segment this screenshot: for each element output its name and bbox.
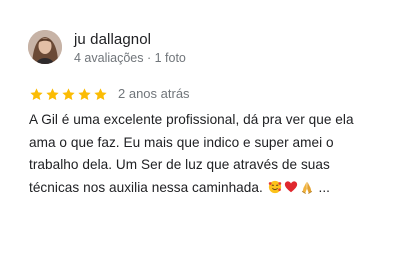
- review-text-line-2: ama o que faz. Eu mais que indico e supe…: [29, 134, 334, 150]
- smiling-face-with-hearts-icon: [268, 180, 281, 193]
- author-info: ju dallagnol 4 avaliações · 1 foto: [74, 31, 186, 66]
- review-text: A Gil é uma excelente profissional, dá p…: [29, 109, 369, 199]
- avatar-image: [28, 30, 62, 64]
- star-icon: [46, 87, 59, 100]
- author-name[interactable]: ju dallagnol: [74, 31, 186, 49]
- review-card: ju dallagnol 4 avaliações · 1 foto 2 ano…: [0, 0, 397, 260]
- review-header: ju dallagnol 4 avaliações · 1 foto: [28, 30, 186, 66]
- author-meta: 4 avaliações · 1 foto: [74, 51, 186, 65]
- review-date: 2 anos atrás: [118, 86, 190, 101]
- review-text-line-1: A Gil é uma excelente profissional, dá p…: [29, 112, 354, 127]
- star-icon: [62, 87, 75, 100]
- rating-row: 2 anos atrás: [29, 86, 190, 102]
- review-text-line-3: trabalho dela. Um Ser de luz que através…: [29, 157, 330, 172]
- avatar[interactable]: [28, 30, 62, 64]
- star-icon: [30, 87, 43, 100]
- star-rating: [29, 87, 109, 102]
- star-icon: [94, 87, 107, 100]
- review-text-ellipsis[interactable]: ...: [319, 180, 330, 195]
- review-text-line-4: técnicas nos auxilia nessa caminhada.: [29, 179, 263, 195]
- folded-hands-icon: [301, 181, 312, 194]
- star-icon: [78, 87, 91, 100]
- red-heart-icon: [284, 180, 297, 192]
